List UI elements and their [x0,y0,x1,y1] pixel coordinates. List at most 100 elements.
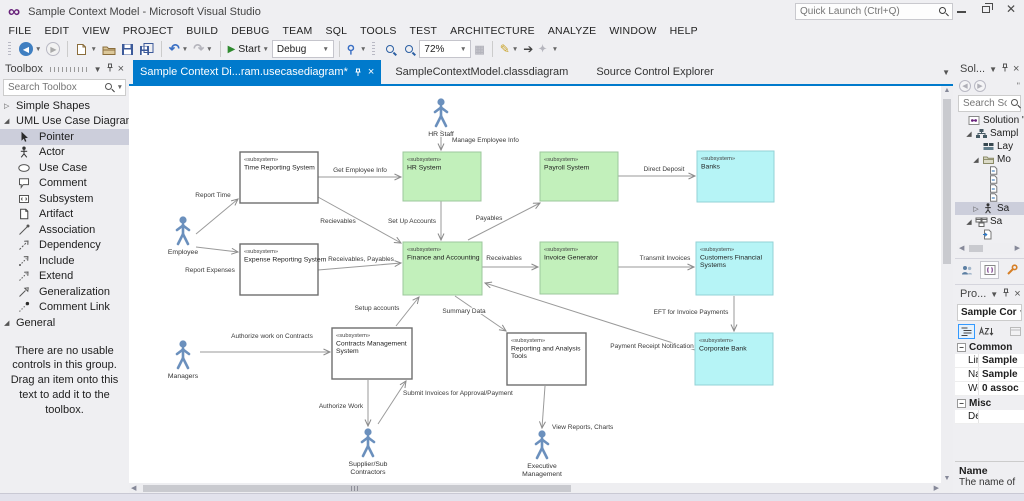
property-category-misc[interactable]: −Misc [955,396,1024,410]
tree-item-sa[interactable]: ▷Sa [955,202,1024,215]
menu-project[interactable]: PROJECT [116,25,179,37]
toolbar-grip[interactable] [372,42,375,56]
scrollbar-thumb[interactable] [943,99,951,264]
menu-help[interactable]: HELP [663,25,704,37]
open-file-button[interactable] [100,39,118,59]
edge-payables[interactable]: Payables [468,203,540,240]
edge-receivables-payables[interactable]: Receivables, Payables [318,256,401,270]
tab-properties-window[interactable] [1002,261,1021,279]
toolbox-item-include[interactable]: Include [0,253,129,269]
actor-managers[interactable]: Managers [168,340,199,380]
scroll-down-icon[interactable]: ▼ [941,475,953,482]
categorized-button[interactable] [958,324,975,339]
toolbox-item-use-case[interactable]: Use Case [0,160,129,176]
node-corporate-bank[interactable]: «subsystem»Corporate Bank [695,333,773,385]
toolbox-item-dependency[interactable]: Dependency [0,238,129,254]
tab-list-dropdown-icon[interactable]: ▼ [942,68,950,77]
zoom-out-button[interactable] [400,39,418,59]
quick-launch-input[interactable] [796,6,939,17]
actor-employee[interactable]: Employee [168,216,198,256]
tree-item[interactable] [955,166,1024,175]
scroll-up-icon[interactable]: ▲ [941,87,953,94]
menu-sql[interactable]: SQL [319,25,354,37]
new-project-button[interactable]: ▼ [73,39,98,59]
toolbox-item-actor[interactable]: Actor [0,145,129,161]
node-invoice-generator[interactable]: «subsystem»Invoice Generator [540,242,618,294]
tree-item-mo[interactable]: ◢Mo [955,153,1024,166]
menu-debug[interactable]: DEBUG [225,25,276,37]
toolbox-item-subsystem[interactable]: Subsystem [0,191,129,207]
toolbox-search-input[interactable] [4,82,105,93]
start-debug-button[interactable]: ▶Start▼ [226,39,271,59]
save-all-button[interactable] [137,39,156,59]
toolbar-grip[interactable] [8,42,11,56]
tree-item[interactable] [955,228,1024,241]
solution-configurations-dropdown[interactable]: Debug▼ [272,40,334,58]
tab-sample-context-di-ram-usecasediagram[interactable]: Sample Context Di...ram.usecasediagram*× [133,60,381,84]
menu-analyze[interactable]: ANALYZE [541,25,602,37]
redo-button[interactable]: ↷▼ [191,39,214,59]
back-icon[interactable]: ◀ [959,80,971,92]
actor-hr-staff[interactable]: HR Staff [428,98,454,138]
solution-search-input[interactable] [959,98,1011,109]
menu-window[interactable]: WINDOW [603,25,663,37]
menu-team[interactable]: TEAM [276,25,319,37]
diagram-canvas[interactable]: Report TimeReport ExpensesGet Employee I… [129,86,941,483]
window-position-icon[interactable]: ▼ [989,65,997,74]
edge-get-employee-info[interactable]: Get Employee Info [318,167,401,177]
menu-build[interactable]: BUILD [180,25,225,37]
edge-set-up-accounts[interactable]: Set Up Accounts [388,201,441,240]
comment-edit-button[interactable]: ✎▼ [498,39,521,59]
edge-eft-for-invoice-payments[interactable]: EFT for Invoice Payments [654,296,734,331]
edge-authorize-work-on-contracts[interactable]: Authorize work on Contracts [200,333,330,352]
pin-icon[interactable] [1002,288,1010,300]
toolbox-item-comment-link[interactable]: Comment Link [0,300,129,316]
toolbar-overflow-icon[interactable]: ▼ [552,46,558,53]
property-row-wo[interactable]: Wo0 assoc [955,382,1024,396]
close-icon[interactable]: × [1014,288,1020,300]
tab-source-control-explorer[interactable]: Source Control Explorer [582,60,727,84]
toolbox-group-simple-shapes[interactable]: ▷Simple Shapes [0,98,129,114]
navigate-back-button[interactable]: ◀▼ [17,39,43,59]
toolbox-group-uml-use-case-diagram[interactable]: ◢UML Use Case Diagram [0,114,129,130]
toolbar-overflow-icon[interactable]: '' [1017,81,1020,91]
property-category-common[interactable]: −Common [955,340,1024,354]
node-expense-reporting-system[interactable]: «subsystem»Expense Reporting System [240,244,327,295]
use-case-diagram[interactable]: Report TimeReport ExpensesGet Employee I… [129,86,941,483]
menu-tools[interactable]: TOOLS [354,25,403,37]
minimize-button[interactable] [957,5,966,13]
scroll-right-icon[interactable]: ▶ [1015,244,1020,252]
close-button[interactable]: ✕ [1006,4,1016,14]
selected-object-dropdown[interactable]: Sample Cor ▼ [957,304,1022,321]
close-icon[interactable]: × [1013,63,1019,75]
tree-item-sampl[interactable]: ◢Sampl [955,127,1024,140]
toolbox-item-extend[interactable]: Extend [0,269,129,285]
quick-launch-box[interactable] [795,3,953,20]
property-row-linl[interactable]: LinlSample [955,354,1024,368]
alphabetical-button[interactable] [977,324,996,339]
toolbox-item-comment[interactable]: Comment [0,176,129,192]
edge-view-reports-charts[interactable]: View Reports, Charts [542,386,614,431]
close-icon[interactable]: × [368,67,374,77]
scrollbar-thumb[interactable] [969,245,983,252]
scroll-left-icon[interactable]: ◀ [959,244,964,252]
edge-submit-invoices-for-approval-payment[interactable]: Submit Invoices for Approval/Payment [378,381,513,424]
edge-setup-accounts[interactable]: Setup accounts [355,297,419,326]
tree-item[interactable] [955,175,1024,184]
tab-samplecontextmodel-classdiagram[interactable]: SampleContextModel.classdiagram [381,60,582,84]
edge-report-time[interactable]: Report Time [195,192,238,234]
solution-horizontal-scrollbar[interactable]: ◀ ▶ [957,243,1022,254]
menu-view[interactable]: VIEW [76,25,117,37]
window-position-icon[interactable]: ▼ [94,65,102,74]
toolbar-overflow-icon[interactable]: ▼ [360,46,366,53]
tree-item[interactable] [955,184,1024,193]
property-row-des[interactable]: Des [955,410,1024,424]
toolbox-item-artifact[interactable]: Artifact [0,207,129,223]
property-pages-button[interactable] [1008,324,1023,339]
node-reporting-and-analysis-tools[interactable]: «subsystem»Reporting and AnalysisTools [507,333,586,385]
navigate-forward-button[interactable]: ▶ [44,39,62,59]
toolbox-search-box[interactable]: ▼ [3,79,126,96]
link-work-items-button[interactable]: ✦ [536,39,548,59]
node-payroll-system[interactable]: «subsystem»Payroll System [540,152,618,201]
solution-search-box[interactable] [958,95,1021,112]
